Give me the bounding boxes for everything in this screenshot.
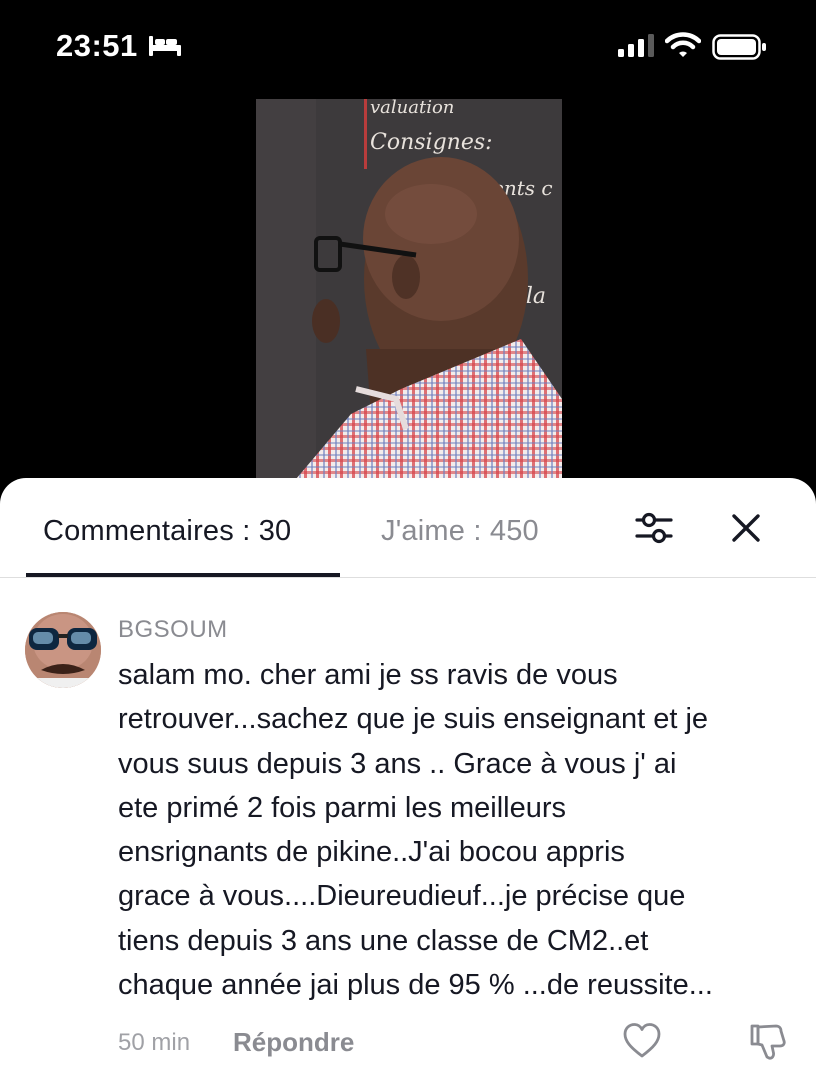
comment-line: vous suus depuis 3 ans .. Grace à vous j… — [118, 747, 677, 780]
comment-line: ete primé 2 fois parmi les meilleurs — [118, 791, 567, 824]
wifi-icon — [664, 31, 702, 64]
comment-line: retrouver...sachez que je suis enseignan… — [118, 703, 709, 736]
chalk-text-2: Consignes: — [370, 130, 493, 155]
comment-text: salam mo. cher ami je ss ravis de vous r… — [118, 653, 798, 1007]
battery-icon — [712, 34, 768, 65]
bed-icon — [148, 34, 182, 63]
comment-line: ensrignants de pikine..J'ai bocou appris — [118, 836, 625, 869]
comment-timestamp: 50 min — [118, 1029, 191, 1056]
video-thumbnail: valuation Consignes: ents c t la — [256, 99, 562, 479]
status-time: 23:51 — [56, 28, 138, 63]
comment-line: salam mo. cher ami je ss ravis de vous — [118, 659, 618, 691]
divider — [0, 577, 816, 578]
reply-button[interactable]: Répondre — [233, 1027, 354, 1058]
status-bar: 23:51 — [0, 0, 816, 96]
comment-line: grace à vous....Dieureudieuf...je précis… — [118, 880, 686, 913]
avatar[interactable] — [25, 612, 101, 688]
video-frame[interactable]: valuation Consignes: ents c t la — [256, 99, 562, 479]
comment-line: chaque année jai plus de 95 % ...de reus… — [118, 969, 713, 1002]
chalk-text-1: valuation — [370, 99, 454, 118]
video-player[interactable]: valuation Consignes: ents c t la — [0, 96, 816, 516]
heart-icon[interactable] — [622, 1022, 662, 1065]
tab-likes[interactable]: J'aime : 450 — [381, 515, 539, 548]
comment-line: tiens depuis 3 ans une classe de CM2..et — [118, 924, 649, 957]
signal-icon — [617, 34, 657, 63]
filter-icon[interactable] — [634, 510, 674, 551]
comments-sheet: Commentaires : 30 J'aime : 450 BGSOUM sa… — [0, 478, 816, 1080]
dislike-icon[interactable] — [748, 1022, 788, 1067]
close-icon[interactable] — [730, 512, 762, 549]
comment-username[interactable]: BGSOUM — [118, 616, 228, 644]
tab-comments[interactable]: Commentaires : 30 — [43, 515, 291, 548]
